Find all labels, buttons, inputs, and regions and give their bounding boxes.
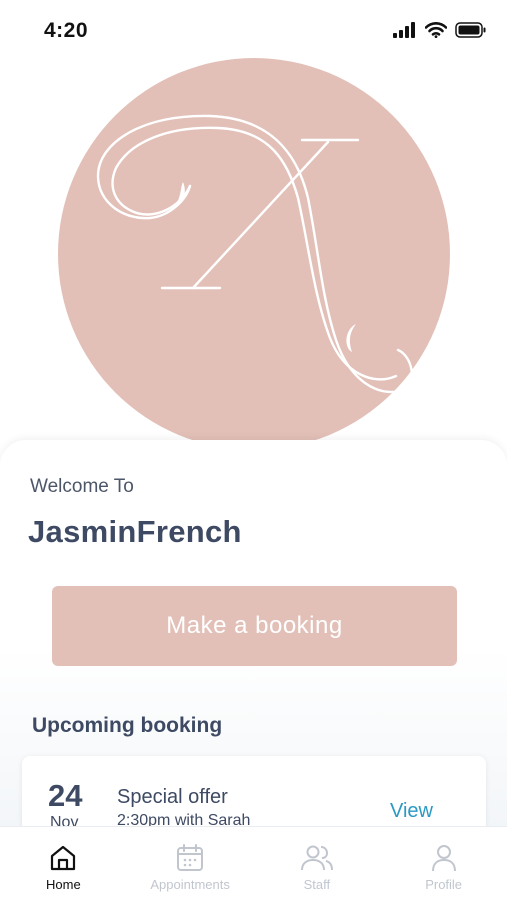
- tab-bar: Home Appointments Staff Profile: [0, 826, 507, 900]
- salon-name: JasminFrench: [28, 514, 242, 549]
- tab-staff[interactable]: Staff: [254, 827, 381, 900]
- tab-profile-label: Profile: [425, 877, 463, 892]
- users-icon: [300, 845, 333, 871]
- make-booking-button[interactable]: Make a booking: [52, 586, 457, 666]
- booking-title: Special offer: [117, 786, 228, 808]
- booking-day: 24: [48, 778, 83, 813]
- calendar-icon: [177, 844, 204, 871]
- battery-icon: [455, 22, 486, 38]
- view-booking-link[interactable]: View: [390, 800, 433, 823]
- status-bar: 4:20: [0, 0, 507, 60]
- welcome-label: Welcome To: [30, 476, 134, 497]
- salon-logo: [58, 58, 450, 450]
- tab-home[interactable]: Home: [0, 827, 127, 900]
- status-time: 4:20: [44, 19, 89, 42]
- home-icon: [51, 845, 76, 871]
- tab-profile[interactable]: Profile: [380, 827, 507, 900]
- user-icon: [431, 845, 456, 872]
- tab-home-label: Home: [46, 877, 81, 892]
- tab-staff-label: Staff: [303, 877, 331, 892]
- tab-appointments[interactable]: Appointments: [127, 827, 254, 900]
- signal-icon: [393, 22, 415, 38]
- tab-appointments-label: Appointments: [150, 877, 230, 892]
- upcoming-booking-title: Upcoming booking: [32, 714, 223, 737]
- status-icons: [393, 22, 487, 38]
- wifi-icon: [425, 22, 447, 38]
